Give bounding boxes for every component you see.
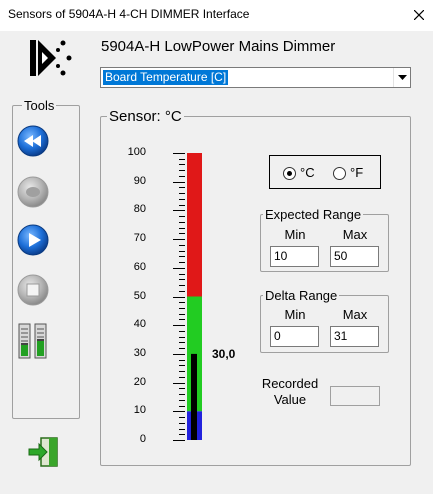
temperature-bar xyxy=(187,153,202,440)
pause-icon xyxy=(17,176,49,208)
title-bar: Sensors of 5904A-H 4-CH DIMMER Interface xyxy=(0,0,433,31)
exit-door-icon xyxy=(28,437,58,467)
tools-label: Tools xyxy=(24,98,55,113)
recorded-value-field xyxy=(330,386,380,406)
sensor-select[interactable]: Board Temperature [C] xyxy=(100,67,411,88)
pause-button[interactable] xyxy=(16,175,50,209)
sensor-legend: Sensor: °C xyxy=(109,108,182,125)
sensor-reading: 30,0 xyxy=(212,347,236,361)
level-meters-icon xyxy=(18,323,47,359)
device-title: 5904A-H LowPower Mains Dimmer xyxy=(101,38,336,55)
delta-min-input[interactable]: 0 xyxy=(270,326,319,347)
expected-max-label: Max xyxy=(342,227,368,242)
play-button[interactable] xyxy=(16,223,50,257)
delta-range-legend: Delta Range xyxy=(265,288,338,303)
value-indicator xyxy=(191,353,197,440)
sensors-window: Sensors of 5904A-H 4-CH DIMMER Interface… xyxy=(0,0,433,494)
exit-button[interactable] xyxy=(27,436,61,468)
close-icon xyxy=(414,10,424,20)
dropdown-arrow[interactable] xyxy=(393,68,410,87)
delta-min-label: Min xyxy=(284,307,306,322)
red-zone xyxy=(187,153,202,297)
close-button[interactable] xyxy=(405,0,433,31)
expected-range-legend: Expected Range xyxy=(265,207,362,222)
levels-button[interactable] xyxy=(16,323,50,359)
delta-max-label: Max xyxy=(342,307,368,322)
chevron-down-icon xyxy=(398,75,407,80)
play-icon xyxy=(17,224,49,256)
expected-max-input[interactable]: 50 xyxy=(330,246,379,267)
radio-unselected-icon xyxy=(333,167,346,180)
expected-min-label: Min xyxy=(284,227,306,242)
rewind-icon xyxy=(17,125,49,157)
rewind-button[interactable] xyxy=(16,124,50,158)
temperature-scale: 100 90 80 70 60 50 40 30 20 10 0 xyxy=(110,140,220,450)
stop-button[interactable] xyxy=(16,273,50,307)
celsius-label: °C xyxy=(300,165,315,180)
unit-selector: °C °F xyxy=(269,155,381,189)
sensor-select-value: Board Temperature [C] xyxy=(103,70,229,85)
expected-min-input[interactable]: 10 xyxy=(270,246,319,267)
brand-logo-icon xyxy=(30,40,72,76)
fahrenheit-label: °F xyxy=(350,165,364,180)
radio-selected-icon xyxy=(283,167,296,180)
window-title: Sensors of 5904A-H 4-CH DIMMER Interface xyxy=(8,7,250,21)
delta-max-input[interactable]: 31 xyxy=(330,326,379,347)
stop-icon xyxy=(17,274,49,306)
recorded-value-label: Recorded Value xyxy=(261,376,319,407)
